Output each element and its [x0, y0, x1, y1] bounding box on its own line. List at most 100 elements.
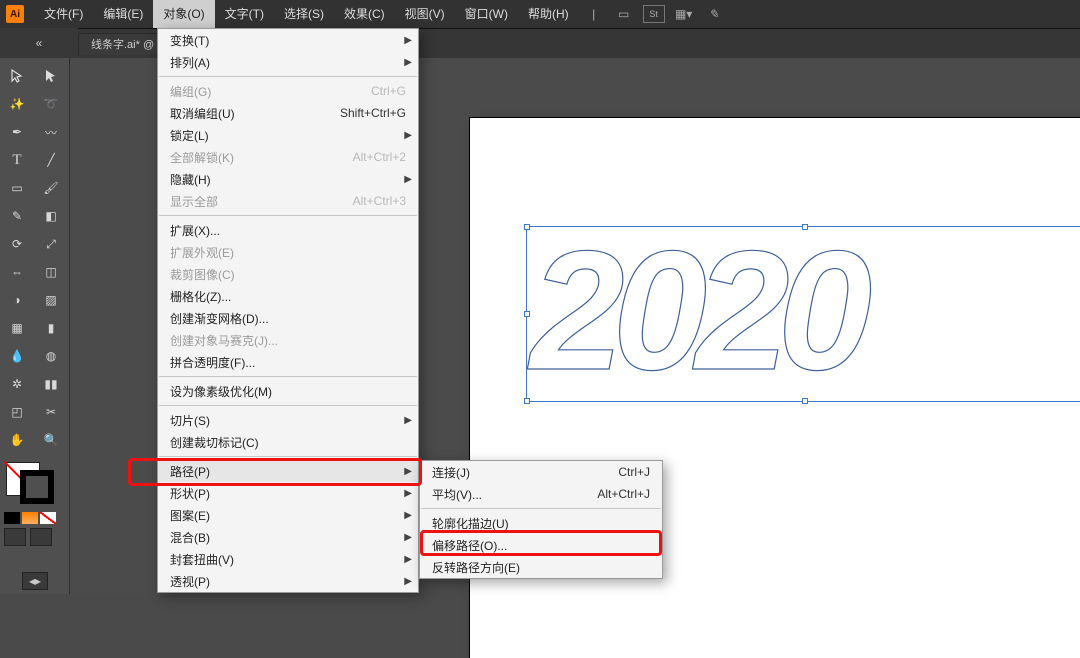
pen-tool-icon[interactable]: ✒	[1, 119, 33, 145]
object-menu-item-label: 路径(P)	[170, 463, 406, 480]
object-menu-item-label: 创建对象马赛克(J)...	[170, 332, 406, 349]
perspective-tool-icon[interactable]: ▨	[35, 287, 67, 313]
paintbrush-tool-icon[interactable]: 🖌	[35, 175, 67, 201]
width-tool-icon[interactable]: ⇔	[1, 259, 33, 285]
blend-tool-icon[interactable]: ◍	[35, 343, 67, 369]
object-menu-item-label: 裁剪图像(C)	[170, 266, 406, 283]
color-chip-black[interactable]	[4, 512, 20, 524]
toolbar-unknown-icon[interactable]: ✎	[703, 5, 725, 23]
object-menu-item[interactable]: 创建渐变网格(D)...	[158, 307, 418, 329]
object-menu-item[interactable]: 切片(S)▶	[158, 409, 418, 431]
object-menu-item-label: 封套扭曲(V)	[170, 551, 406, 568]
submenu-arrow-icon: ▶	[404, 35, 412, 46]
mesh-tool-icon[interactable]: ▦	[1, 315, 33, 341]
selection-handle[interactable]	[524, 224, 530, 230]
rectangle-tool-icon[interactable]: ▭	[1, 175, 33, 201]
color-chip-none[interactable]	[40, 512, 56, 524]
object-menu-item: 显示全部Alt+Ctrl+3	[158, 190, 418, 212]
object-menu-item[interactable]: 封套扭曲(V)▶	[158, 548, 418, 570]
selection-handle[interactable]	[802, 398, 808, 404]
fill-stroke-swatch[interactable]	[6, 462, 54, 504]
app-logo: Ai	[6, 5, 24, 23]
path-submenu-item[interactable]: 轮廓化描边(U)	[420, 512, 662, 534]
menu-view[interactable]: 视图(V)	[395, 0, 455, 28]
line-tool-icon[interactable]: ╱	[35, 147, 67, 173]
selection-tool-icon[interactable]	[1, 63, 33, 89]
object-menu-item-label: 变换(T)	[170, 32, 406, 49]
eyedropper-tool-icon[interactable]: 💧	[1, 343, 33, 369]
path-submenu-item-label: 连接(J)	[432, 464, 588, 481]
object-menu-item[interactable]: 拼合透明度(F)...	[158, 351, 418, 373]
document-tab[interactable]: 线条字.ai* @	[78, 33, 167, 55]
object-menu-item[interactable]: 取消编组(U)Shift+Ctrl+G	[158, 102, 418, 124]
rotate-tool-icon[interactable]: ⟳	[1, 231, 33, 257]
direct-selection-tool-icon[interactable]	[35, 63, 67, 89]
screen-mode-icon[interactable]	[4, 528, 26, 546]
selection-handle[interactable]	[802, 224, 808, 230]
path-submenu-item[interactable]: 平均(V)...Alt+Ctrl+J	[420, 483, 662, 505]
object-menu-item-label: 图案(E)	[170, 507, 406, 524]
object-menu-item[interactable]: 设为像素级优化(M)	[158, 380, 418, 402]
object-menu-item: 扩展外观(E)	[158, 241, 418, 263]
lasso-tool-icon[interactable]: ➰	[35, 91, 67, 117]
menu-object[interactable]: 对象(O)	[153, 0, 214, 28]
menu-window[interactable]: 窗口(W)	[455, 0, 518, 28]
submenu-arrow-icon: ▶	[404, 57, 412, 68]
submenu-arrow-icon: ▶	[404, 554, 412, 565]
object-menu-item[interactable]: 图案(E)▶	[158, 504, 418, 526]
menu-select[interactable]: 选择(S)	[274, 0, 334, 28]
stroke-color-icon[interactable]	[20, 470, 54, 504]
object-menu-item-label: 透视(P)	[170, 573, 406, 590]
type-tool-icon[interactable]: T	[1, 147, 33, 173]
eraser-tool-icon[interactable]: ◧	[35, 203, 67, 229]
object-menu-item[interactable]: 混合(B)▶	[158, 526, 418, 548]
column-graph-tool-icon[interactable]: ▮▮	[35, 371, 67, 397]
free-transform-tool-icon[interactable]: ◫	[35, 259, 67, 285]
toolbar-arrange-icon[interactable]: ▦▾	[673, 5, 695, 23]
object-menu-item[interactable]: 创建裁切标记(C)	[158, 431, 418, 453]
magic-wand-tool-icon[interactable]: ✨	[1, 91, 33, 117]
draw-mode-icon[interactable]	[30, 528, 52, 546]
menu-type[interactable]: 文字(T)	[215, 0, 274, 28]
path-submenu-item[interactable]: 连接(J) Ctrl+J	[420, 461, 662, 483]
symbol-sprayer-tool-icon[interactable]: ✲	[1, 371, 33, 397]
gradient-tool-icon[interactable]: ▮	[35, 315, 67, 341]
selection-handle[interactable]	[524, 398, 530, 404]
submenu-arrow-icon: ▶	[404, 488, 412, 499]
shaper-tool-icon[interactable]: ✎	[1, 203, 33, 229]
toolbar-doc-icon[interactable]: ▭	[613, 5, 635, 23]
object-menu-item-label: 拼合透明度(F)...	[170, 354, 406, 371]
path-submenu-item[interactable]: 反转路径方向(E)	[420, 556, 662, 578]
zoom-tool-icon[interactable]: 🔍	[35, 427, 67, 453]
menu-help[interactable]: 帮助(H)	[518, 0, 579, 28]
object-menu-item[interactable]: 扩展(X)...	[158, 219, 418, 241]
shape-builder-tool-icon[interactable]: ◑	[1, 287, 33, 313]
object-menu-item[interactable]: 隐藏(H)▶	[158, 168, 418, 190]
color-chip-gradient[interactable]	[22, 512, 38, 524]
toolbox-collapse-icon[interactable]: ◂▸	[22, 572, 48, 590]
object-menu-item[interactable]: 透视(P)▶	[158, 570, 418, 592]
path-submenu-dropdown: 连接(J) Ctrl+J 平均(V)...Alt+Ctrl+J 轮廓化描边(U)偏移路…	[419, 460, 663, 579]
selection-handle[interactable]	[524, 311, 530, 317]
color-mode-chips	[0, 512, 69, 524]
hand-tool-icon[interactable]: ✋	[1, 427, 33, 453]
menu-shortcut: Ctrl+G	[371, 84, 406, 98]
curvature-tool-icon[interactable]: 〰	[35, 119, 67, 145]
object-menu-item[interactable]: 栅格化(Z)...	[158, 285, 418, 307]
tab-overflow-chevrons[interactable]: «	[0, 28, 78, 58]
menu-shortcut: Ctrl+J	[618, 465, 650, 479]
scale-tool-icon[interactable]: ⤢	[35, 231, 67, 257]
menu-file[interactable]: 文件(F)	[34, 0, 93, 28]
path-submenu-item[interactable]: 偏移路径(O)...	[420, 534, 662, 556]
object-menu-item[interactable]: 锁定(L)▶	[158, 124, 418, 146]
object-menu-item[interactable]: 形状(P)▶	[158, 482, 418, 504]
slice-tool-icon[interactable]: ✂	[35, 399, 67, 425]
toolbar-stock-icon[interactable]: St	[643, 5, 665, 23]
object-menu-item[interactable]: 路径(P)▶	[158, 460, 418, 482]
menu-edit[interactable]: 编辑(E)	[93, 0, 153, 28]
menu-effect[interactable]: 效果(C)	[334, 0, 395, 28]
object-menu-item[interactable]: 排列(A)▶	[158, 51, 418, 73]
object-menu-item: 创建对象马赛克(J)...	[158, 329, 418, 351]
object-menu-item[interactable]: 变换(T)▶	[158, 29, 418, 51]
artboard-tool-icon[interactable]: ◰	[1, 399, 33, 425]
